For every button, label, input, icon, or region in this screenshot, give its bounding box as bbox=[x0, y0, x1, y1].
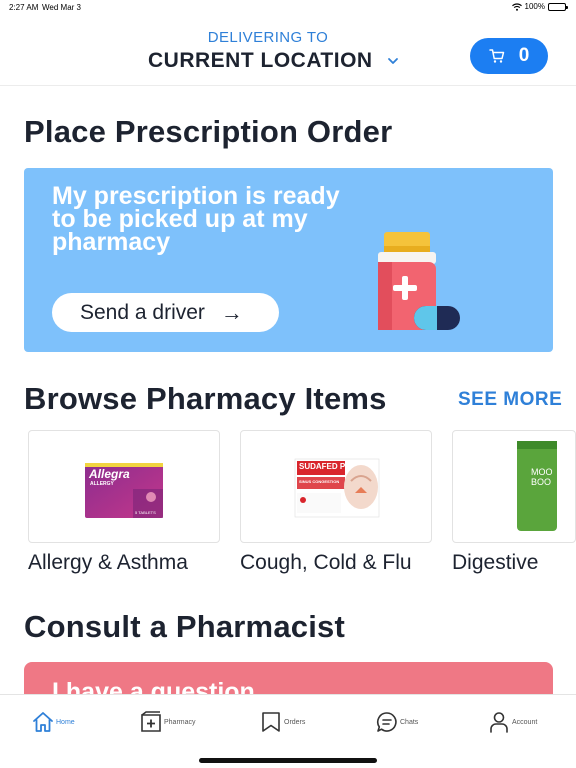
allegra-product-image bbox=[85, 463, 163, 518]
category-label: Allergy & Asthma bbox=[28, 551, 188, 574]
sudafed-sub: SINUS CONGESTION bbox=[299, 479, 340, 484]
consult-section-title: Consult a Pharmacist bbox=[24, 609, 345, 644]
location-text: CURRENT LOCATION bbox=[148, 49, 373, 72]
digestive-product-image bbox=[517, 441, 557, 531]
cart-icon bbox=[488, 49, 504, 63]
category-label: Digestive bbox=[452, 551, 539, 574]
arrow-right-icon: → bbox=[220, 299, 243, 325]
pill-bottle-illustration bbox=[378, 232, 460, 330]
category-image: MOO BOO bbox=[452, 430, 576, 543]
battery-percent: 100% bbox=[524, 2, 545, 11]
tab-account-label: Account bbox=[512, 718, 538, 726]
tab-chats[interactable]: Chats bbox=[376, 711, 418, 733]
tab-account[interactable]: Account bbox=[488, 711, 537, 733]
status-date: Wed Mar 3 bbox=[42, 3, 81, 12]
battery-icon bbox=[548, 2, 568, 11]
category-cough-cold-flu[interactable]: SUDAFED PE SINUS CONGESTION Cough, Cold … bbox=[240, 430, 432, 575]
sudafed-brand: SUDAFED PE bbox=[299, 462, 351, 471]
tab-orders-label: Orders bbox=[284, 718, 306, 726]
browse-section-title: Browse Pharmacy Items bbox=[24, 381, 387, 416]
category-digestive[interactable]: MOO BOO Digestive bbox=[452, 430, 576, 575]
category-allergy-asthma[interactable]: Allegra ALLERGY 5 TABLETS Allergy & Asth… bbox=[28, 430, 220, 575]
delivering-to-label: DELIVERING TO bbox=[207, 29, 329, 46]
status-time: 2:27 AM bbox=[9, 3, 39, 12]
allegra-brand: Allegra bbox=[89, 467, 130, 481]
tab-orders[interactable]: Orders bbox=[260, 711, 305, 733]
prescription-section-title: Place Prescription Order bbox=[24, 114, 393, 149]
home-icon bbox=[33, 712, 53, 732]
prescription-card-text: My prescription is ready to be picked up… bbox=[52, 182, 340, 256]
status-bar: 2:27 AM Wed Mar 3 100% bbox=[0, 0, 576, 14]
status-indicators: 100% bbox=[511, 2, 568, 11]
category-image: Allegra ALLERGY 5 TABLETS bbox=[28, 430, 220, 543]
category-label: Cough, Cold & Flu bbox=[240, 551, 412, 574]
allegra-count: 5 TABLETS bbox=[135, 510, 156, 515]
pharmacy-icon bbox=[141, 711, 161, 732]
see-more-link[interactable]: SEE MORE bbox=[458, 389, 562, 411]
tab-pharmacy-label: Pharmacy bbox=[164, 718, 196, 726]
tab-pharmacy[interactable]: Pharmacy bbox=[140, 711, 196, 733]
tab-home[interactable]: Home bbox=[32, 711, 75, 733]
cart-button[interactable]: 0 bbox=[470, 38, 548, 74]
prescription-card[interactable]: My prescription is ready to be picked up… bbox=[24, 168, 553, 352]
chat-icon bbox=[376, 712, 397, 732]
tab-home-label: Home bbox=[56, 718, 75, 726]
digestive-brand: MOO BOO bbox=[531, 467, 553, 487]
cart-count: 0 bbox=[518, 45, 530, 66]
send-driver-label: Send a driver bbox=[80, 300, 205, 324]
header: DELIVERING TO CURRENT LOCATION 0 bbox=[0, 14, 576, 86]
send-driver-button[interactable]: Send a driver → bbox=[52, 293, 279, 332]
chevron-down-icon bbox=[387, 58, 398, 64]
bookmark-icon bbox=[262, 712, 280, 732]
location-selector[interactable]: CURRENT LOCATION bbox=[148, 49, 399, 73]
person-icon bbox=[490, 712, 508, 733]
home-indicator bbox=[199, 758, 377, 763]
wifi-icon bbox=[511, 2, 522, 11]
tab-bar: Home Pharmacy Orders Chats Account bbox=[0, 694, 576, 768]
allegra-sub: ALLERGY bbox=[90, 481, 114, 487]
category-image: SUDAFED PE SINUS CONGESTION bbox=[240, 430, 432, 543]
sudafed-product-image bbox=[294, 458, 380, 518]
tab-chats-label: Chats bbox=[400, 718, 419, 726]
